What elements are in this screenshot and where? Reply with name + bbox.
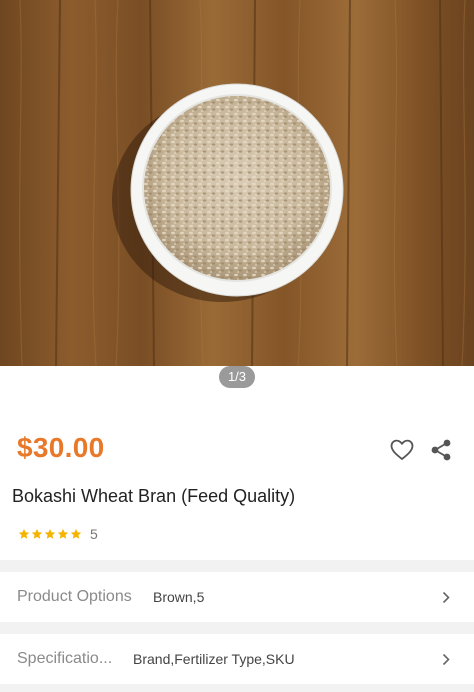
product-options-label: Product Options bbox=[17, 588, 132, 605]
specification-row[interactable]: Specificatio... Brand,Fertilizer Type,SK… bbox=[0, 634, 474, 684]
chevron-right-icon bbox=[442, 591, 450, 604]
share-icon bbox=[431, 439, 451, 461]
rating-count: 5 bbox=[90, 526, 98, 542]
heart-icon bbox=[390, 439, 414, 460]
product-price: $30.00 bbox=[17, 432, 105, 463]
product-options-value: Brown,5 bbox=[153, 589, 205, 605]
product-options-row[interactable]: Product Options Brown,5 bbox=[0, 572, 474, 622]
section-divider bbox=[0, 560, 474, 572]
star-icon bbox=[18, 528, 30, 539]
share-button[interactable] bbox=[428, 437, 454, 463]
star-icon bbox=[44, 528, 56, 539]
product-rating[interactable]: 5 bbox=[18, 526, 98, 542]
specification-label: Specificatio... bbox=[17, 650, 113, 667]
section-divider bbox=[0, 684, 474, 692]
rating-stars bbox=[18, 528, 82, 540]
star-icon bbox=[57, 528, 69, 539]
image-counter: 1/3 bbox=[219, 366, 255, 388]
wishlist-button[interactable] bbox=[389, 437, 415, 463]
product-title: Bokashi Wheat Bran (Feed Quality) bbox=[12, 486, 296, 506]
product-photo bbox=[0, 0, 474, 366]
star-icon bbox=[31, 528, 43, 539]
section-divider bbox=[0, 622, 474, 634]
product-image-carousel[interactable] bbox=[0, 0, 474, 366]
specification-value: Brand,Fertilizer Type,SKU bbox=[133, 651, 295, 667]
chevron-right-icon bbox=[442, 653, 450, 666]
star-icon bbox=[70, 528, 82, 539]
